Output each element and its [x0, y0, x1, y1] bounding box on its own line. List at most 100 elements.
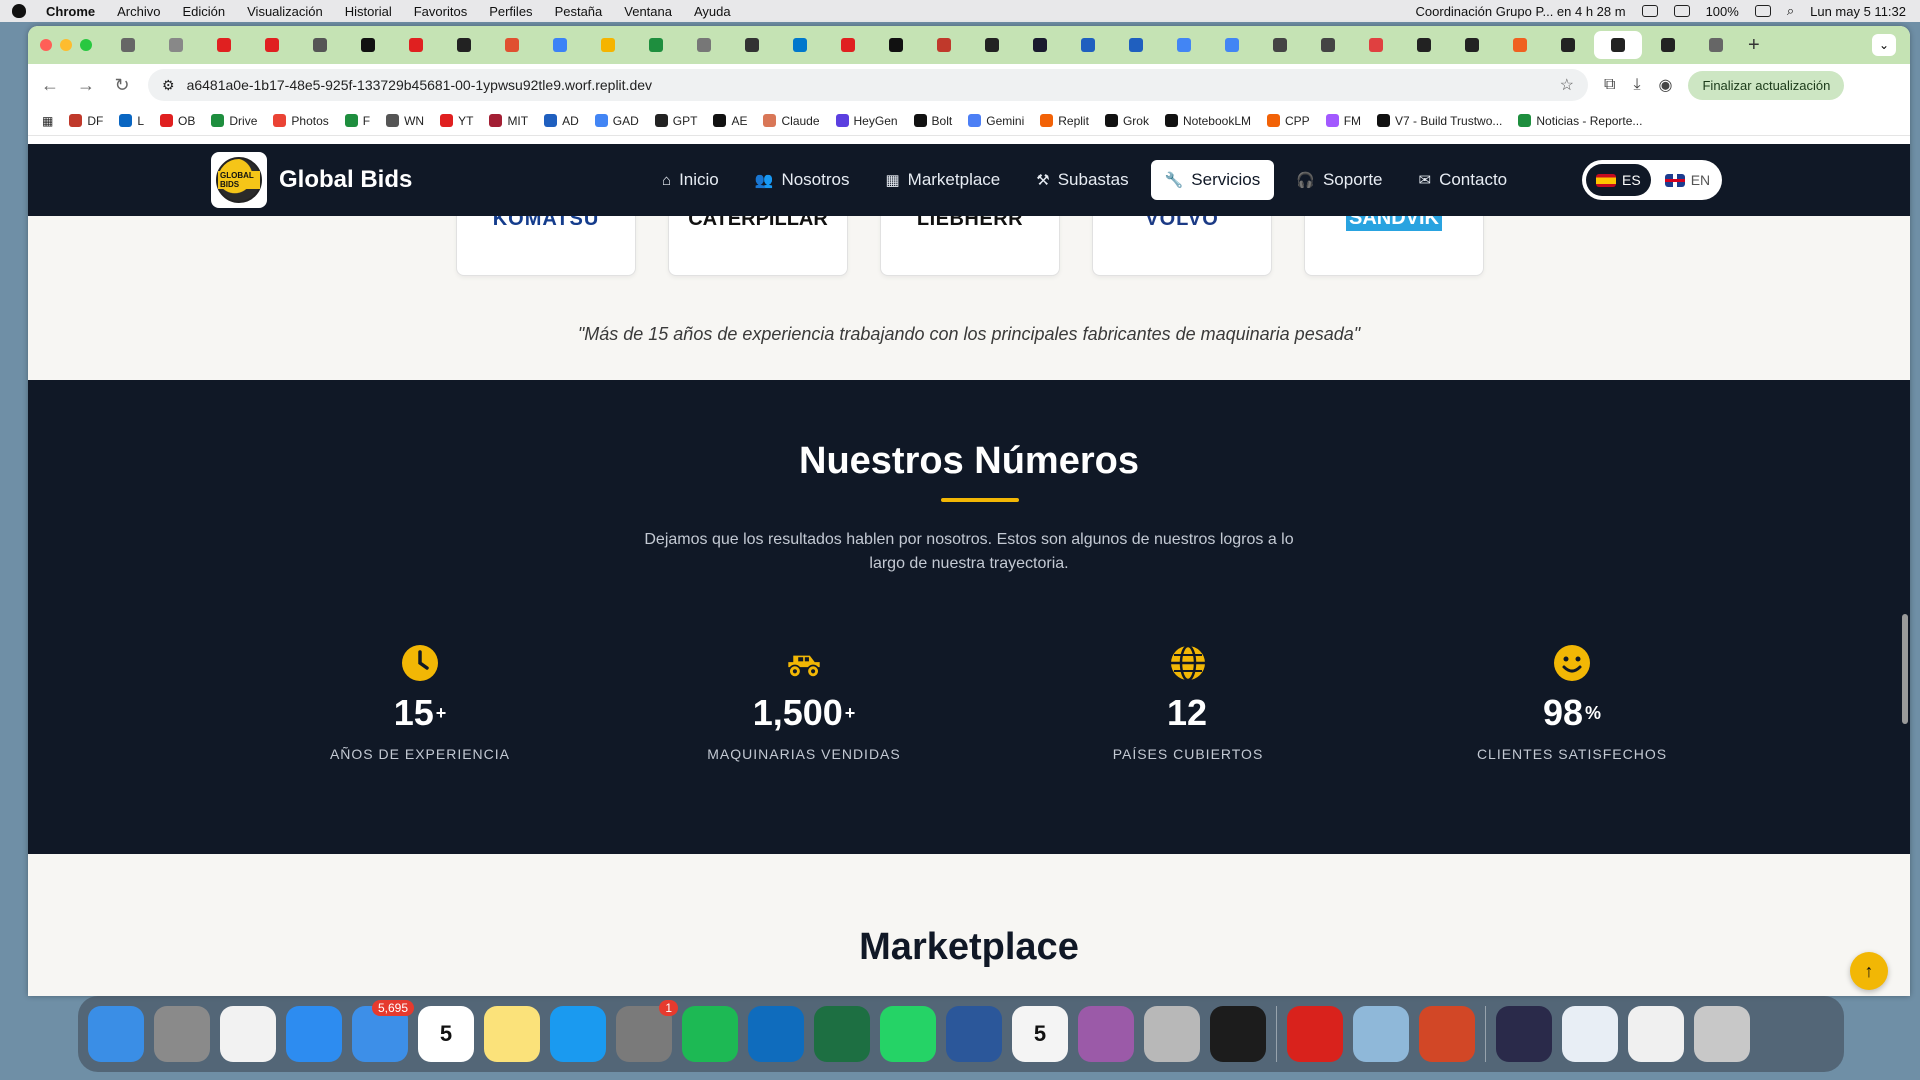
- back-to-top-button[interactable]: ↑: [1850, 952, 1888, 990]
- address-bar[interactable]: ⚙ a6481a0e-1b17-48e5-925f-133729b45681-0…: [148, 69, 1588, 101]
- dock-notes-icon[interactable]: [484, 1006, 540, 1062]
- battery-percent[interactable]: 100%: [1706, 4, 1739, 19]
- language-es-button[interactable]: ES: [1586, 164, 1651, 196]
- browser-tab[interactable]: [1114, 31, 1158, 59]
- calendar-event-status[interactable]: Coordinación Grupo P... en 4 h 28 m: [1416, 4, 1626, 19]
- dock-preview-icon[interactable]: [1353, 1006, 1409, 1062]
- browser-tab[interactable]: [250, 31, 294, 59]
- dock-keynote-icon[interactable]: [550, 1006, 606, 1062]
- download-icon[interactable]: ⤓: [1633, 76, 1640, 94]
- browser-tab[interactable]: [874, 31, 918, 59]
- browser-tab[interactable]: [778, 31, 822, 59]
- browser-tab[interactable]: [346, 31, 390, 59]
- search-icon[interactable]: ⌕: [1787, 3, 1794, 19]
- wifi-icon[interactable]: [1673, 5, 1690, 17]
- browser-tab[interactable]: [1694, 31, 1738, 59]
- browser-tab[interactable]: [154, 31, 198, 59]
- menu-archivo[interactable]: Archivo: [117, 4, 160, 19]
- bookmark-item[interactable]: GPT: [654, 114, 697, 128]
- profile-avatar-icon[interactable]: ◉: [1659, 75, 1673, 95]
- bookmark-item[interactable]: CPP: [1267, 114, 1310, 128]
- browser-tab[interactable]: [394, 31, 438, 59]
- dock-calendar-icon[interactable]: 5: [418, 1006, 474, 1062]
- browser-tab[interactable]: [1354, 31, 1398, 59]
- dock-launchpad-icon[interactable]: [154, 1006, 210, 1062]
- dock-trash-icon[interactable]: [1694, 1006, 1750, 1062]
- apps-grid-icon[interactable]: ▦: [42, 114, 53, 128]
- browser-tab[interactable]: [1546, 31, 1590, 59]
- browser-tab[interactable]: [442, 31, 486, 59]
- apple-menu-icon[interactable]: [12, 4, 26, 18]
- bookmark-item[interactable]: HeyGen: [835, 114, 898, 128]
- menu-edicion[interactable]: Edición: [182, 4, 225, 19]
- bookmark-item[interactable]: AE: [713, 114, 747, 128]
- browser-tab[interactable]: [490, 31, 534, 59]
- menu-visualizacion[interactable]: Visualización: [247, 4, 323, 19]
- brand-link[interactable]: GLOBAL BIDS Global Bids: [211, 152, 412, 208]
- menu-historial[interactable]: Historial: [345, 4, 392, 19]
- bookmark-item[interactable]: GAD: [594, 114, 639, 128]
- browser-tab[interactable]: [586, 31, 630, 59]
- bookmark-item[interactable]: FM: [1325, 114, 1361, 128]
- minimize-window-button[interactable]: [60, 39, 72, 51]
- bookmark-item[interactable]: WN: [386, 114, 424, 128]
- bookmark-item[interactable]: MIT: [489, 114, 528, 128]
- bookmark-item[interactable]: NotebookLM: [1164, 114, 1251, 128]
- browser-tab[interactable]: [1498, 31, 1542, 59]
- dock-spotify-icon[interactable]: [682, 1006, 738, 1062]
- dock-replit-icon[interactable]: [1210, 1006, 1266, 1062]
- battery-icon[interactable]: [1754, 5, 1771, 17]
- dock-recent-doc-1-icon[interactable]: [1496, 1006, 1552, 1062]
- dock-finder-icon[interactable]: [88, 1006, 144, 1062]
- nav-contacto[interactable]: ✉ Contacto: [1405, 160, 1522, 200]
- browser-tab[interactable]: [1258, 31, 1302, 59]
- close-window-button[interactable]: [40, 39, 52, 51]
- browser-tab[interactable]: [634, 31, 678, 59]
- dock-word-icon[interactable]: [946, 1006, 1002, 1062]
- nav-subastas[interactable]: ⚒ Subastas: [1022, 160, 1142, 200]
- browser-tab[interactable]: [826, 31, 870, 59]
- browser-tab[interactable]: [970, 31, 1014, 59]
- language-en-button[interactable]: EN: [1655, 164, 1720, 196]
- bookmark-item[interactable]: Gemini: [968, 114, 1024, 128]
- menu-ventana[interactable]: Ventana: [624, 4, 672, 19]
- menu-perfiles[interactable]: Perfiles: [489, 4, 532, 19]
- browser-tab[interactable]: [682, 31, 726, 59]
- dock-powerpoint-icon[interactable]: [1419, 1006, 1475, 1062]
- dock-excel-icon[interactable]: [814, 1006, 870, 1062]
- browser-tab[interactable]: [1210, 31, 1254, 59]
- finish-update-button[interactable]: Finalizar actualización: [1688, 70, 1845, 100]
- browser-tab[interactable]: [538, 31, 582, 59]
- browser-tab[interactable]: [1646, 31, 1690, 59]
- browser-tab[interactable]: [1306, 31, 1350, 59]
- dock-safari-icon[interactable]: [286, 1006, 342, 1062]
- dock-iphone-mirroring-icon[interactable]: [1144, 1006, 1200, 1062]
- bookmark-item[interactable]: Grok: [1104, 114, 1149, 128]
- bookmark-item[interactable]: L: [119, 114, 144, 128]
- dock-recent-doc-2-icon[interactable]: [1562, 1006, 1618, 1062]
- bookmark-item[interactable]: Drive: [211, 114, 257, 128]
- dock-whatsapp-icon[interactable]: [880, 1006, 936, 1062]
- bookmark-item[interactable]: AD: [544, 114, 579, 128]
- url-text[interactable]: a6481a0e-1b17-48e5-925f-133729b45681-00-…: [187, 77, 1548, 93]
- bookmark-item[interactable]: OB: [160, 114, 195, 128]
- browser-tab[interactable]: [1402, 31, 1446, 59]
- bookmark-item[interactable]: F: [344, 114, 370, 128]
- bookmark-item[interactable]: Replit: [1040, 114, 1089, 128]
- page-scrollbar[interactable]: [1902, 614, 1908, 724]
- nav-nosotros[interactable]: 👥 Nosotros: [741, 160, 864, 200]
- bookmark-item[interactable]: Noticias - Reporte...: [1518, 114, 1642, 128]
- menu-favoritos[interactable]: Favoritos: [414, 4, 467, 19]
- forward-arrow-icon[interactable]: →: [76, 75, 96, 96]
- menu-app-name[interactable]: Chrome: [46, 4, 95, 19]
- site-settings-icon[interactable]: ⚙: [162, 77, 175, 94]
- dock-chrome-icon[interactable]: [220, 1006, 276, 1062]
- browser-tab[interactable]: [1162, 31, 1206, 59]
- bookmark-item[interactable]: Bolt: [913, 114, 952, 128]
- screen-record-icon[interactable]: [1641, 5, 1658, 17]
- menu-pestana[interactable]: Pestaña: [555, 4, 603, 19]
- nav-marketplace[interactable]: ▦ Marketplace: [871, 160, 1014, 200]
- tab-search-chevron-icon[interactable]: ⌄: [1872, 34, 1896, 56]
- bookmark-item[interactable]: YT: [440, 114, 473, 128]
- browser-tab[interactable]: [1594, 31, 1642, 59]
